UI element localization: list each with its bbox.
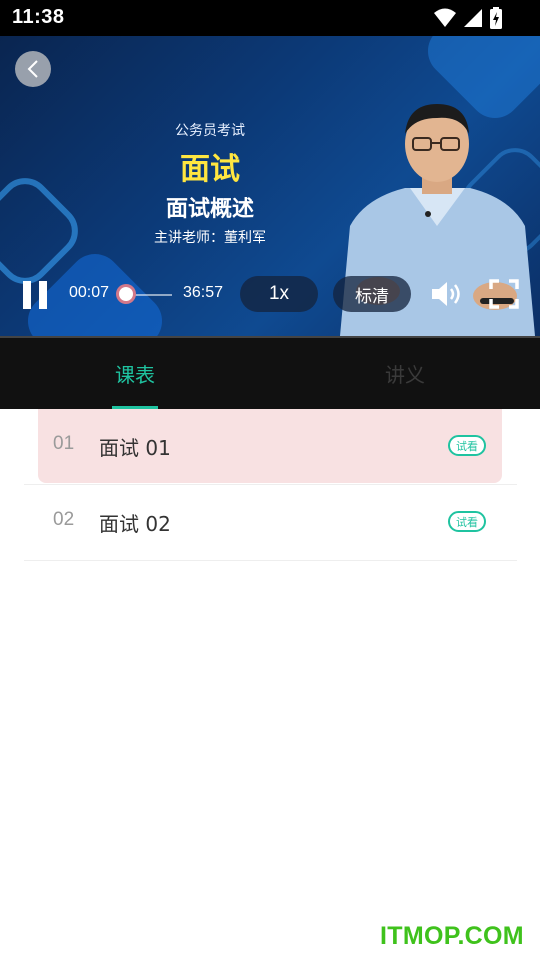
- preview-badge: 试看: [448, 435, 486, 456]
- lesson-number: 01: [53, 433, 75, 454]
- battery-charging-icon: [490, 7, 502, 29]
- progress-handle[interactable]: [116, 284, 136, 304]
- volume-icon[interactable]: [430, 280, 464, 308]
- status-time: 11:38: [12, 6, 65, 28]
- status-icons: [434, 7, 502, 29]
- tab-schedule[interactable]: 课表: [0, 338, 270, 409]
- video-player[interactable]: 公务员考试 面试 面试概述 主讲老师：董利军 00:07 36:57 1x 标清: [0, 36, 540, 336]
- chevron-left-icon: [27, 60, 38, 78]
- lesson-list: 01 面试 01 试看 02 面试 02 试看: [24, 409, 517, 561]
- speed-button[interactable]: 1x: [240, 276, 318, 312]
- list-item[interactable]: 02 面试 02 试看: [24, 485, 517, 561]
- tab-bar: 课表 讲义: [0, 336, 540, 409]
- preview-badge: 试看: [448, 511, 486, 532]
- slide-teacher: 主讲老师：董利军: [154, 230, 266, 246]
- quality-button[interactable]: 标清: [333, 276, 411, 312]
- lesson-number: 02: [53, 509, 75, 530]
- pause-icon[interactable]: [22, 280, 48, 310]
- fullscreen-icon[interactable]: [489, 279, 519, 309]
- lesson-title: 面试 01: [99, 436, 171, 460]
- tab-handouts[interactable]: 讲义: [270, 338, 540, 409]
- player-controls: 00:07 36:57 1x 标清: [0, 272, 540, 316]
- status-bar: 11:38: [0, 0, 540, 36]
- total-time: 36:57: [183, 284, 224, 301]
- list-item[interactable]: 01 面试 01 试看: [24, 409, 517, 485]
- watermark: ITMOP.COM: [380, 922, 524, 950]
- lesson-title: 面试 02: [99, 512, 171, 536]
- slide-topic: 面试概述: [165, 197, 254, 222]
- back-button[interactable]: [15, 51, 51, 87]
- cellular-signal-icon: [464, 9, 482, 27]
- current-time: 00:07: [69, 284, 110, 301]
- slide-title: 面试: [180, 152, 240, 187]
- wifi-icon: [434, 8, 456, 27]
- slide-subtitle: 公务员考试: [175, 123, 245, 139]
